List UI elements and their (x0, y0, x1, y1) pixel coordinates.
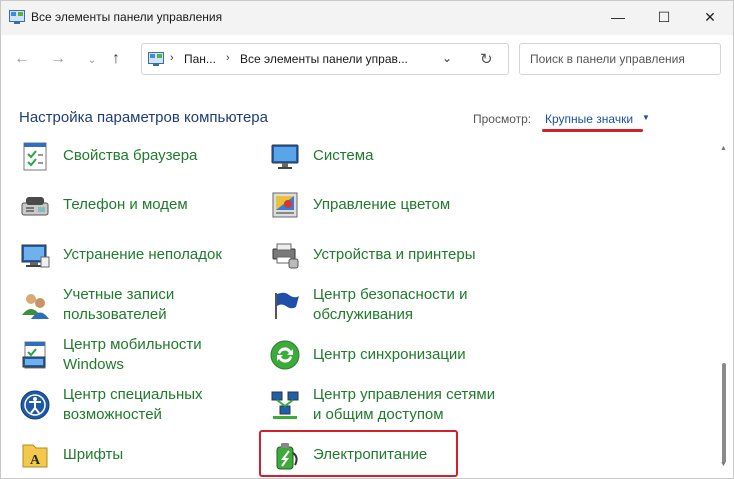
item-sync-center[interactable]: Центр синхронизации (269, 333, 499, 377)
item-fonts[interactable]: A Шрифты (19, 433, 249, 477)
address-dropdown-icon[interactable]: ⌄ (442, 51, 452, 65)
item-label: Свойства браузера (63, 147, 198, 164)
window-title: Все элементы панели управления (31, 10, 223, 24)
address-bar[interactable]: › Пан... › Все элементы панели управ... … (141, 43, 509, 75)
devices-printers-icon (272, 243, 299, 269)
back-button[interactable]: ← (11, 48, 33, 70)
item-label: Устранение неполадок (63, 246, 222, 263)
view-mode-dropdown[interactable]: Крупные значки (545, 112, 633, 126)
item-ease-of-access[interactable]: Центр специальных возможностей (19, 383, 249, 427)
item-label: Центр синхронизации (313, 346, 466, 363)
control-panel-icon (9, 10, 25, 24)
breadcrumb-separator-icon: › (170, 52, 174, 64)
close-button[interactable]: ✕ (687, 1, 733, 33)
item-label: Телефон и модем (63, 196, 188, 213)
internet-options-icon (23, 142, 47, 171)
control-panel-window: Все элементы панели управления — ☐ ✕ ← →… (0, 0, 734, 479)
security-maintenance-icon (275, 292, 299, 319)
scroll-up-icon[interactable]: ▲ (720, 145, 727, 152)
user-accounts-icon (22, 294, 49, 319)
item-mobility-center[interactable]: Центр мобильности Windows (19, 333, 249, 377)
item-label: Центр безопасности и обслуживания (313, 286, 468, 323)
item-label: Центр специальных возможностей (63, 386, 203, 423)
item-troubleshooting[interactable]: Устранение неполадок (19, 233, 249, 277)
item-label: Учетные записи пользователей (63, 286, 175, 323)
troubleshooting-icon (21, 244, 50, 268)
svg-text:A: A (30, 453, 41, 468)
mobility-center-icon (22, 341, 46, 369)
item-color-management[interactable]: Управление цветом (269, 183, 499, 227)
phone-modem-icon (21, 197, 49, 216)
network-sharing-icon (271, 391, 299, 419)
title-bar: Все элементы панели управления — ☐ ✕ (1, 1, 733, 35)
dropdown-arrow-icon[interactable]: ▼ (642, 113, 650, 122)
color-management-icon (272, 192, 298, 218)
breadcrumb-item[interactable]: Пан... (184, 52, 216, 66)
item-network-sharing[interactable]: Центр управления сетями и общим доступом (269, 383, 499, 427)
system-icon (271, 144, 299, 169)
breadcrumb-separator-icon: › (226, 52, 230, 64)
view-label: Просмотр: (473, 112, 532, 126)
refresh-icon[interactable]: ↻ (480, 50, 493, 68)
item-label: Центр мобильности Windows (63, 336, 202, 373)
page-title: Настройка параметров компьютера (19, 109, 268, 126)
control-panel-icon (148, 52, 164, 66)
annotation-highlight-box (259, 430, 458, 477)
item-security-maintenance[interactable]: Центр безопасности и обслуживания (269, 283, 499, 327)
item-devices-printers[interactable]: Устройства и принтеры (269, 233, 499, 277)
ease-of-access-icon (20, 390, 50, 420)
item-phone-modem[interactable]: Телефон и модем (19, 183, 249, 227)
maximize-button[interactable]: ☐ (641, 1, 687, 33)
fonts-icon: A (22, 444, 48, 468)
item-internet-options[interactable]: Свойства браузера (19, 141, 249, 178)
control-panel-items: Свойства браузера Система Телефон и моде… (1, 141, 717, 479)
scrollbar-thumb[interactable] (722, 363, 726, 463)
item-user-accounts[interactable]: Учетные записи пользователей (19, 283, 249, 327)
up-button[interactable]: ↑ (105, 48, 127, 70)
item-label: Управление цветом (313, 196, 451, 213)
item-label: Система (313, 147, 374, 164)
forward-button[interactable]: → (47, 48, 69, 70)
annotation-underline (542, 129, 643, 132)
breadcrumb-item[interactable]: Все элементы панели управ... (240, 52, 408, 66)
item-system[interactable]: Система (269, 141, 499, 178)
scroll-down-icon[interactable]: ▼ (720, 461, 727, 468)
item-label: Шрифты (63, 446, 124, 463)
sync-center-icon (270, 340, 300, 370)
recent-locations-button[interactable]: ⌄ (81, 49, 103, 71)
item-label: Устройства и принтеры (313, 246, 476, 263)
minimize-button[interactable]: — (595, 1, 641, 33)
navigation-bar: ← → ⌄ ↑ › Пан... › Все элементы панели у… (1, 35, 733, 83)
vertical-scrollbar[interactable]: ▲ ▼ (717, 141, 731, 479)
search-input[interactable] (519, 43, 721, 75)
item-label: Центр управления сетями и общим доступом (313, 386, 496, 423)
